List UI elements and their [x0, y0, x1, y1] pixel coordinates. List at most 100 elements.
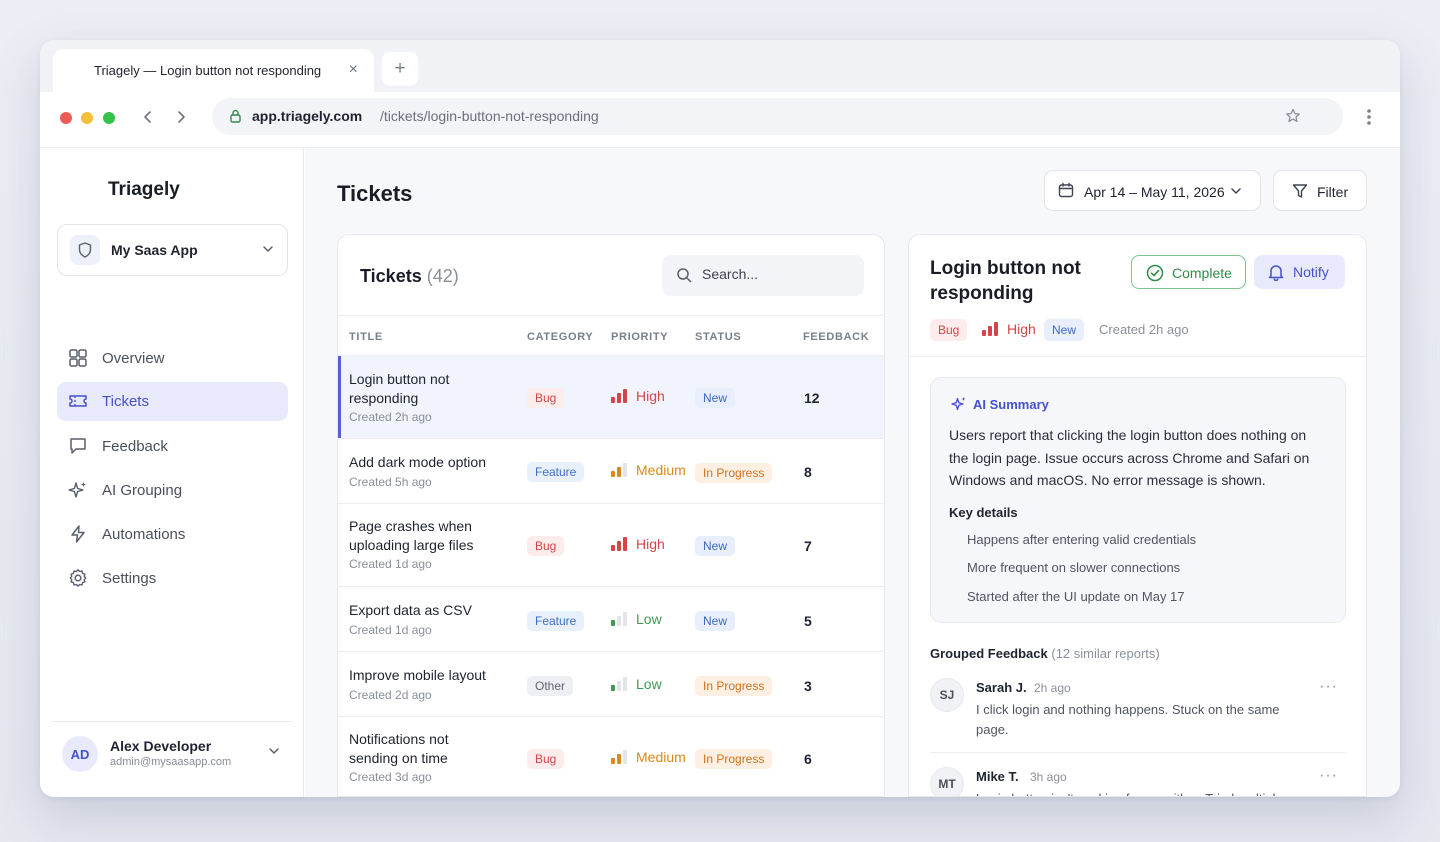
sparkle-icon	[68, 480, 90, 502]
search-box[interactable]	[662, 255, 864, 296]
ticket-created: Created 5h ago	[349, 475, 432, 489]
bell-icon	[1268, 263, 1284, 284]
maximize-window-button[interactable]	[103, 112, 115, 124]
feedback-count: 12	[804, 390, 820, 406]
lock-icon	[229, 109, 242, 126]
date-range-label: Apr 14 – May 11, 2026	[1084, 184, 1225, 200]
category-badge: Bug	[930, 319, 968, 341]
chevron-down-icon[interactable]	[268, 744, 280, 762]
priority-label: Low	[636, 611, 662, 627]
bolt-icon	[68, 524, 90, 546]
filter-label: Filter	[1317, 184, 1349, 200]
table-row[interactable]: Notifications not sending on time Create…	[338, 717, 884, 796]
search-icon	[676, 267, 692, 286]
table-row[interactable]: Login button not responding Created 2h a…	[338, 356, 884, 439]
sidebar-item-feedback[interactable]: Feedback	[57, 427, 288, 466]
column-header-priority[interactable]: PRIORITY	[611, 331, 668, 343]
divider	[930, 752, 1346, 753]
back-arrow-icon[interactable]	[141, 106, 155, 130]
priority-bars-icon	[611, 537, 627, 551]
more-vertical-icon[interactable]	[1366, 108, 1372, 131]
avatar[interactable]: AD	[62, 736, 98, 772]
key-detail-item: More frequent on slower connections	[967, 560, 1181, 575]
user-name: Alex Developer	[110, 738, 212, 754]
grouped-feedback-count: (12 similar reports)	[1051, 646, 1160, 661]
ai-summary-label: AI Summary	[973, 397, 1049, 412]
notify-label: Notify	[1293, 264, 1329, 280]
sidebar-item-label: Overview	[102, 350, 165, 367]
browser-tab[interactable]: Triagely — Login button not responding ×	[53, 49, 374, 92]
ticket-title: Login button not responding	[349, 371, 450, 406]
tickets-count: (42)	[426, 266, 459, 286]
category-badge: Bug	[527, 536, 565, 556]
priority-label: Low	[636, 676, 662, 692]
address-bar[interactable]: app.triagely.com /tickets/login-button-n…	[212, 98, 1343, 135]
search-input[interactable]	[702, 266, 852, 282]
category-badge: Feature	[527, 462, 585, 482]
table-row[interactable]: Export data as CSV Created 1d ago Featur…	[338, 587, 884, 652]
ticket-created: Created 2d ago	[349, 688, 432, 702]
priority-label: High	[636, 536, 665, 552]
priority-indicator: High	[611, 388, 665, 404]
date-range-picker[interactable]: Apr 14 – May 11, 2026	[1044, 170, 1261, 211]
status-badge: New	[1044, 319, 1085, 341]
sidebar-item-settings[interactable]: Settings	[57, 559, 288, 598]
minimize-window-button[interactable]	[81, 112, 93, 124]
ticket-created: Created 1d ago	[349, 557, 432, 571]
filter-button[interactable]: Filter	[1273, 170, 1367, 211]
key-details-heading: Key details	[949, 505, 1018, 520]
feedback-text: Login button isn't working for me either…	[976, 789, 1306, 796]
sidebar-item-label: Tickets	[102, 393, 149, 410]
column-header-title[interactable]: TITLE	[349, 331, 383, 343]
more-horizontal-icon[interactable]: ···	[1319, 767, 1338, 785]
grouped-feedback-label: Grouped Feedback	[930, 646, 1048, 661]
complete-label: Complete	[1172, 265, 1232, 281]
check-circle-icon	[1146, 264, 1164, 285]
table-row[interactable]: Page crashes when uploading large files …	[338, 504, 884, 587]
ticket-title: Improve mobile layout	[349, 667, 486, 683]
sidebar-item-tickets[interactable]: Tickets	[57, 382, 288, 421]
priority-bars-icon	[611, 677, 627, 691]
category-badge: Other	[527, 676, 574, 696]
table-header: TITLE CATEGORY PRIORITY STATUS FEEDBACK	[338, 315, 884, 356]
ticket-title: Export data as CSV	[349, 602, 472, 618]
priority-label: High	[1007, 321, 1036, 337]
sidebar-item-automations[interactable]: Automations	[57, 515, 288, 554]
divider	[52, 721, 292, 722]
sidebar-item-ai-grouping[interactable]: AI Grouping	[57, 471, 288, 510]
sidebar-item-overview[interactable]: Overview	[57, 339, 288, 378]
priority-indicator: High	[982, 321, 1036, 337]
sidebar-item-label: Settings	[102, 570, 157, 587]
priority-bars-icon	[611, 389, 627, 403]
table-row[interactable]: Add dark mode option Created 5h ago Feat…	[338, 439, 884, 504]
priority-label: High	[636, 388, 665, 404]
more-horizontal-icon[interactable]: ···	[1319, 678, 1338, 696]
browser-window: Triagely — Login button not responding ×…	[40, 40, 1400, 797]
ticket-detail-panel: Login button not responding Complete Not…	[908, 234, 1367, 797]
column-header-feedback[interactable]: FEEDBACK	[803, 331, 869, 343]
ai-summary-text: Users report that clicking the login but…	[949, 427, 1310, 488]
forward-arrow-icon[interactable]	[174, 106, 188, 130]
feedback-author: Mike T.	[976, 769, 1019, 784]
priority-bars-icon	[611, 750, 627, 764]
priority-label: Medium	[636, 749, 686, 765]
close-window-button[interactable]	[60, 112, 72, 124]
tickets-card-title: Tickets (42)	[360, 266, 459, 287]
priority-indicator: High	[611, 536, 665, 552]
column-header-category[interactable]: CATEGORY	[527, 331, 593, 343]
complete-button[interactable]: Complete	[1131, 255, 1246, 289]
notify-button[interactable]: Notify	[1254, 255, 1345, 289]
gear-icon	[68, 568, 90, 590]
divider	[909, 356, 1366, 357]
star-icon[interactable]	[1285, 108, 1301, 127]
close-icon[interactable]: ×	[349, 60, 358, 80]
new-tab-button[interactable]: +	[382, 52, 418, 86]
feedback-count: 7	[804, 538, 812, 554]
category-badge: Bug	[527, 749, 565, 769]
priority-indicator: Low	[611, 676, 662, 692]
status-badge: In Progress	[695, 676, 773, 696]
table-row[interactable]: Improve mobile layout Created 2d ago Oth…	[338, 652, 884, 717]
user-email: admin@mysaasapp.com	[110, 756, 232, 768]
column-header-status[interactable]: STATUS	[695, 331, 741, 343]
app-selector[interactable]: My Saas App	[57, 224, 288, 276]
